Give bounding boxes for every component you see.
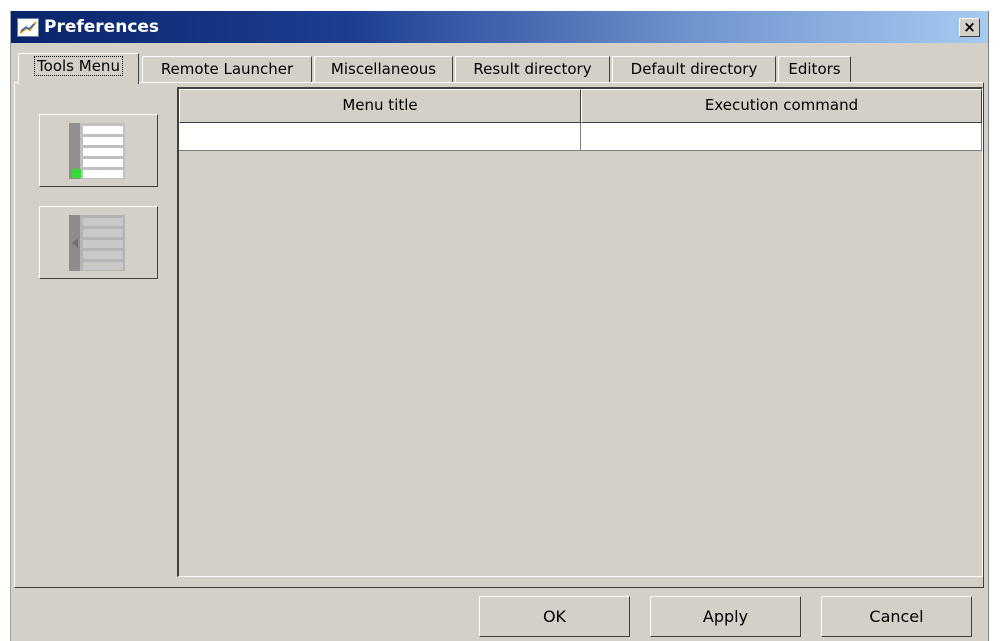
- close-icon: ×: [963, 18, 976, 36]
- tab-default-directory[interactable]: Default directory: [612, 56, 776, 83]
- tab-label: Default directory: [630, 60, 758, 78]
- tab-remote-launcher[interactable]: Remote Launcher: [142, 56, 312, 83]
- apply-button[interactable]: Apply: [650, 596, 801, 637]
- column-header-execution-command[interactable]: Execution command: [581, 89, 982, 123]
- tab-label: Miscellaneous: [330, 60, 437, 78]
- preferences-app-icon: [17, 18, 39, 37]
- tab-label: Result directory: [473, 60, 592, 78]
- tab-editors[interactable]: Editors: [778, 56, 851, 83]
- cancel-button[interactable]: Cancel: [821, 596, 972, 637]
- tools-menu-table[interactable]: Menu title Execution command: [177, 87, 983, 577]
- column-header-menu-title[interactable]: Menu title: [179, 89, 581, 123]
- remove-menu-item-icon: [69, 215, 125, 271]
- tab-result-directory[interactable]: Result directory: [455, 56, 610, 83]
- table-cell-execution-command[interactable]: [581, 123, 982, 151]
- tab-label: Tools Menu: [34, 56, 123, 76]
- tab-tools-menu[interactable]: Tools Menu: [18, 53, 139, 84]
- remove-menu-item-button[interactable]: [39, 206, 158, 279]
- tab-miscellaneous[interactable]: Miscellaneous: [314, 56, 453, 83]
- close-button[interactable]: ×: [959, 18, 980, 37]
- preferences-dialog: Preferences × Tools Menu Remote Launcher…: [10, 11, 989, 641]
- add-menu-item-button[interactable]: [39, 114, 158, 187]
- title-bar[interactable]: Preferences ×: [11, 11, 988, 43]
- add-menu-item-icon: [69, 123, 125, 179]
- ok-button[interactable]: OK: [479, 596, 630, 637]
- tab-label: Editors: [788, 60, 841, 78]
- tab-label: Remote Launcher: [160, 60, 294, 78]
- table-cell-menu-title[interactable]: [179, 123, 581, 151]
- window-title: Preferences: [44, 17, 160, 37]
